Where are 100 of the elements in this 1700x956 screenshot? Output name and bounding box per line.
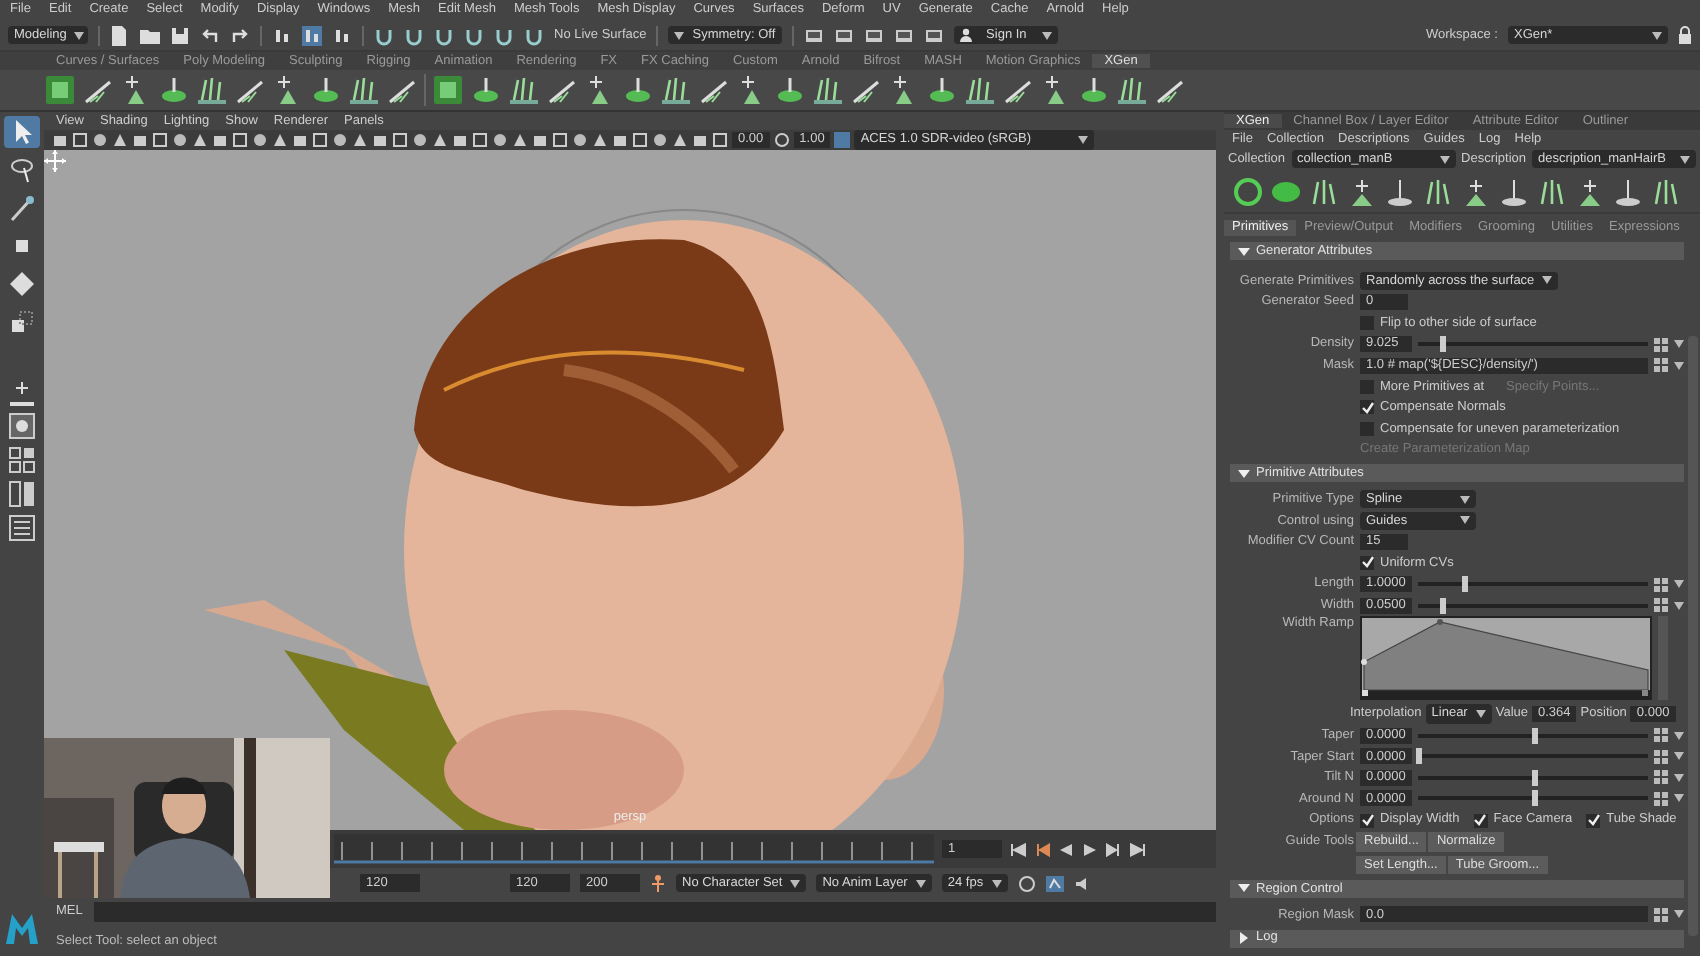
new-file-icon[interactable]	[110, 25, 130, 45]
grass-icon[interactable]	[1116, 74, 1148, 106]
play-back-icon[interactable]	[1058, 841, 1074, 857]
render-icon[interactable]	[923, 25, 944, 45]
paint-icon[interactable]	[1078, 74, 1110, 106]
paint-icon[interactable]	[470, 74, 502, 106]
grass-icon[interactable]	[1536, 175, 1568, 207]
selection-mode-icon[interactable]	[302, 25, 322, 45]
checkbox[interactable]	[1360, 813, 1374, 828]
checkbox[interactable]	[1360, 379, 1374, 394]
soft-select-icon[interactable]	[8, 378, 36, 406]
view-icon[interactable]	[8, 412, 36, 440]
sphere-icon[interactable]	[332, 132, 348, 148]
camera-icon[interactable]	[612, 132, 628, 148]
slider-thumb[interactable]	[1531, 769, 1537, 786]
grid-view-icon[interactable]	[552, 132, 568, 148]
grid-icon[interactable]	[1654, 791, 1668, 806]
grass-icon[interactable]	[1308, 175, 1340, 207]
camera-icon[interactable]	[692, 132, 708, 148]
grid-icon[interactable]	[1654, 728, 1668, 743]
slider-thumb[interactable]	[1439, 597, 1445, 614]
sphere-icon[interactable]	[92, 132, 108, 148]
slider-thumb[interactable]	[1531, 727, 1537, 744]
guide-icon[interactable]	[1498, 175, 1530, 207]
camera-icon[interactable]	[292, 132, 308, 148]
grid-view-icon[interactable]	[152, 132, 168, 148]
grass-icon[interactable]	[1650, 175, 1682, 207]
sphere-icon[interactable]	[492, 132, 508, 148]
step-back-icon[interactable]	[1034, 841, 1050, 857]
gamma-icon[interactable]	[773, 132, 790, 148]
grid-icon[interactable]	[1654, 749, 1668, 764]
paint-icon[interactable]	[926, 74, 958, 106]
checkbox[interactable]	[1360, 316, 1374, 331]
camera-icon[interactable]	[132, 132, 148, 148]
guide-icon[interactable]	[1384, 175, 1416, 207]
two-panel-icon[interactable]	[8, 480, 36, 508]
four-panel-icon[interactable]	[8, 446, 36, 474]
checkbox[interactable]	[1360, 400, 1374, 415]
grid-icon[interactable]	[1654, 337, 1668, 352]
square-icon[interactable]	[432, 74, 464, 106]
play-icon[interactable]	[1082, 841, 1098, 857]
checkbox[interactable]	[1473, 813, 1488, 828]
hierarchy-icon[interactable]	[332, 25, 352, 45]
paint-icon[interactable]	[310, 74, 342, 106]
grid-icon[interactable]	[1654, 770, 1668, 785]
grid-view-icon[interactable]	[472, 132, 488, 148]
camera-icon[interactable]	[452, 132, 468, 148]
paint-icon[interactable]	[622, 74, 654, 106]
sphere-icon[interactable]	[652, 132, 668, 148]
camera-icon[interactable]	[52, 132, 68, 148]
step-forward-icon[interactable]	[1106, 841, 1122, 857]
ring-icon[interactable]	[1232, 175, 1264, 207]
render-icon[interactable]	[833, 25, 854, 45]
camera-icon[interactable]	[212, 132, 228, 148]
grass-icon[interactable]	[196, 74, 228, 106]
render-icon[interactable]	[893, 25, 914, 45]
grid-icon[interactable]	[1654, 358, 1668, 373]
checkbox[interactable]	[1360, 555, 1374, 570]
sphere-icon[interactable]	[252, 132, 268, 148]
slider-thumb[interactable]	[1462, 576, 1468, 592]
grid-icon[interactable]	[1654, 907, 1668, 922]
speaker-icon[interactable]	[1073, 875, 1090, 891]
grid-view-icon[interactable]	[632, 132, 648, 148]
grass-icon[interactable]	[508, 74, 540, 106]
width-ramp-drawing[interactable]	[1360, 616, 1652, 701]
grid-view-icon[interactable]	[72, 132, 88, 148]
select-tool-button[interactable]	[4, 116, 40, 148]
save-icon[interactable]	[170, 25, 190, 45]
slider-thumb[interactable]	[1416, 748, 1422, 765]
character-icon[interactable]	[650, 874, 666, 892]
grid-icon[interactable]	[1654, 577, 1668, 591]
paint-icon[interactable]	[158, 74, 190, 106]
grid-view-icon[interactable]	[392, 132, 408, 148]
checkbox[interactable]	[1586, 813, 1601, 828]
sprout-icon[interactable]	[1346, 175, 1378, 207]
slider-thumb[interactable]	[1531, 790, 1537, 807]
render-icon[interactable]	[803, 25, 824, 45]
grass-icon[interactable]	[812, 74, 844, 106]
sprout-icon[interactable]	[1574, 175, 1606, 207]
redo-icon[interactable]	[230, 25, 250, 45]
grid-icon[interactable]	[1654, 598, 1668, 613]
grid-view-icon[interactable]	[712, 132, 728, 148]
grass-icon[interactable]	[660, 74, 692, 106]
hierarchy-icon[interactable]	[272, 25, 292, 45]
lock-icon[interactable]	[1678, 26, 1692, 44]
square-icon[interactable]	[44, 74, 76, 106]
slider-thumb[interactable]	[1439, 336, 1445, 353]
folder-icon[interactable]	[140, 25, 160, 45]
color-management-icon[interactable]	[834, 132, 851, 148]
guide-icon[interactable]	[1612, 175, 1644, 207]
skip-back-icon[interactable]	[1010, 841, 1026, 857]
command-field[interactable]	[94, 902, 1216, 922]
grid-view-icon[interactable]	[232, 132, 248, 148]
render-icon[interactable]	[863, 25, 884, 45]
camera-icon[interactable]	[372, 132, 388, 148]
undo-icon[interactable]	[200, 25, 220, 45]
loop-icon[interactable]	[1017, 875, 1036, 891]
grass-icon[interactable]	[964, 74, 996, 106]
auto-key-icon[interactable]	[1045, 875, 1064, 891]
grass-icon[interactable]	[348, 74, 380, 106]
